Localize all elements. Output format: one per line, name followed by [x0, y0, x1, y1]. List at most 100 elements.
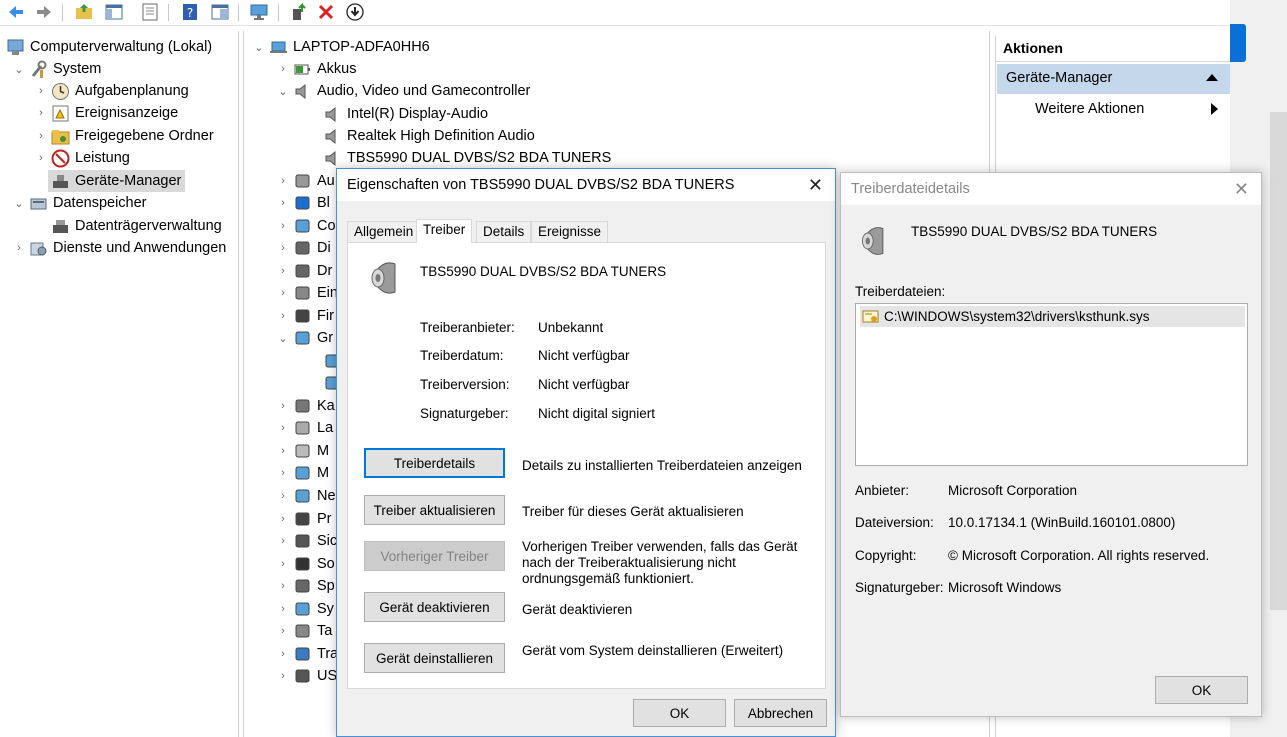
chevron-right-icon[interactable]: ›	[276, 558, 290, 570]
chevron-right-icon[interactable]: ›	[276, 490, 290, 502]
device-category[interactable]: › Sp	[276, 575, 335, 597]
chevron-right-icon[interactable]: ›	[276, 310, 290, 322]
device-item-tbs5990[interactable]: TBS5990 DUAL DVBS/S2 BDA TUNERS	[320, 147, 611, 169]
device-category[interactable]: › Dr	[276, 260, 332, 282]
show-hide-tree-icon[interactable]	[104, 2, 124, 22]
geraet-deaktivieren-button[interactable]: Gerät deaktivieren	[364, 592, 505, 622]
actions-geraete-manager[interactable]: Geräte-Manager	[997, 64, 1230, 94]
background-blue-button[interactable]	[1230, 24, 1246, 62]
device-category[interactable]: › Pr	[276, 508, 331, 530]
device-category[interactable]: › Sy	[276, 598, 334, 620]
device-category[interactable]: › Bl	[276, 192, 330, 214]
help-icon[interactable]: ?	[180, 2, 200, 22]
tree-item-aufgabenplanung[interactable]: › Aufgabenplanung	[34, 80, 189, 102]
chevron-down-icon[interactable]: ⌄	[276, 332, 290, 345]
chevron-down-icon[interactable]: ⌄	[12, 63, 26, 76]
forward-icon[interactable]	[34, 2, 54, 22]
list-item[interactable]: C:\WINDOWS\system32\drivers\ksthunk.sys	[860, 306, 1245, 327]
ok-button[interactable]: OK	[633, 699, 726, 727]
chevron-right-icon[interactable]: ›	[12, 242, 26, 254]
ok-button[interactable]: OK	[1155, 676, 1248, 704]
abbrechen-button[interactable]: Abbrechen	[734, 699, 827, 727]
console-tree-icon[interactable]	[210, 2, 230, 22]
close-icon[interactable]: ✕	[808, 175, 823, 196]
chevron-right-icon[interactable]: ›	[276, 242, 290, 254]
tree-item-datentraegerverwaltung[interactable]: Datenträgerverwaltung	[48, 215, 222, 237]
device-category[interactable]: › M	[276, 462, 329, 484]
device-category[interactable]: › Co	[276, 215, 335, 237]
uninstall-icon[interactable]	[316, 2, 336, 22]
chevron-right-icon[interactable]: ›	[276, 535, 290, 547]
device-category[interactable]: › Ne	[276, 485, 335, 507]
up-folder-icon[interactable]	[74, 2, 94, 22]
device-category[interactable]: › Au	[276, 170, 335, 192]
back-icon[interactable]	[6, 2, 26, 22]
tree-item-dienste[interactable]: › Dienste und Anwendungen	[12, 237, 226, 259]
device-category[interactable]: › Ta	[276, 620, 332, 642]
device-category[interactable]: › US	[276, 665, 337, 687]
tree-item-system[interactable]: ⌄ System	[12, 58, 101, 80]
driver-file-list[interactable]: C:\WINDOWS\system32\drivers\ksthunk.sys	[855, 303, 1248, 466]
chevron-right-icon[interactable]: ›	[276, 220, 290, 232]
weitere-aktionen-item[interactable]: Weitere Aktionen	[996, 94, 1230, 124]
treiberdetails-button[interactable]: Treiberdetails	[364, 448, 505, 478]
chevron-right-icon[interactable]: ›	[276, 400, 290, 412]
device-item-intel-audio[interactable]: Intel(R) Display-Audio	[320, 103, 488, 125]
tree-item-datenspeicher[interactable]: ⌄ Datenspeicher	[12, 192, 146, 214]
chevron-right-icon[interactable]: ›	[34, 85, 48, 97]
chevron-right-icon[interactable]: ›	[34, 107, 48, 119]
tab-details[interactable]: Details	[476, 221, 532, 242]
properties-icon[interactable]	[140, 2, 160, 22]
device-category[interactable]: › Sic	[276, 530, 337, 552]
chevron-right-icon[interactable]: ›	[276, 197, 290, 209]
download-icon[interactable]	[345, 2, 365, 22]
chevron-right-icon[interactable]: ›	[276, 63, 290, 75]
chevron-right-icon[interactable]: ›	[276, 445, 290, 457]
tree-item-ereignisanzeige[interactable]: › Ereignisanzeige	[34, 102, 178, 124]
device-category[interactable]: › Fir	[276, 305, 334, 327]
device-category[interactable]: ⌄ Gr	[276, 327, 333, 349]
dialog-titlebar[interactable]: Treiberdateidetails ✕	[841, 173, 1261, 205]
chevron-right-icon[interactable]: ›	[34, 152, 48, 164]
close-icon[interactable]: ✕	[1234, 179, 1249, 200]
chevron-right-icon[interactable]: ›	[276, 175, 290, 187]
tree-item-geraete-manager[interactable]: Geräte-Manager	[48, 170, 186, 192]
device-category[interactable]: › Ein	[276, 282, 338, 304]
chevron-right-icon[interactable]: ›	[276, 670, 290, 682]
collapse-triangle-icon[interactable]	[1206, 74, 1218, 81]
chevron-right-icon[interactable]: ›	[34, 130, 48, 142]
tab-ereignisse[interactable]: Ereignisse	[531, 221, 609, 242]
chevron-right-icon[interactable]: ›	[276, 580, 290, 592]
device-category[interactable]: › M	[276, 440, 329, 462]
chevron-right-icon[interactable]: ›	[276, 513, 290, 525]
background-scrollbar[interactable]	[1270, 112, 1287, 610]
update-driver-icon[interactable]	[289, 2, 309, 22]
device-item-realtek[interactable]: Realtek High Definition Audio	[320, 125, 535, 147]
dialog-titlebar[interactable]: Eigenschaften von TBS5990 DUAL DVBS/S2 B…	[337, 169, 835, 201]
chevron-right-icon[interactable]: ›	[276, 422, 290, 434]
tree-item-freigegebene-ordner[interactable]: › Freigegebene Ordner	[34, 125, 214, 147]
chevron-down-icon[interactable]: ⌄	[12, 197, 26, 210]
chevron-right-icon[interactable]: ›	[276, 287, 290, 299]
vorheriger-treiber-button[interactable]: Vorheriger Treiber	[364, 541, 505, 571]
treiber-aktualisieren-button[interactable]: Treiber aktualisieren	[364, 495, 505, 525]
device-category[interactable]: › La	[276, 417, 333, 439]
device-category-audio[interactable]: ⌄ Audio, Video und Gamecontroller	[276, 80, 530, 102]
device-category[interactable]: › So	[276, 553, 335, 575]
chevron-right-icon[interactable]: ›	[276, 467, 290, 479]
tree-item-leistung[interactable]: › Leistung	[34, 147, 130, 169]
device-root[interactable]: ⌄ LAPTOP-ADFA0HH6	[252, 36, 429, 58]
device-category[interactable]: › Di	[276, 237, 331, 259]
chevron-right-icon[interactable]: ›	[276, 625, 290, 637]
tab-treiber[interactable]: Treiber	[416, 219, 473, 243]
geraet-deinstallieren-button[interactable]: Gerät deinstallieren	[364, 643, 505, 673]
device-category[interactable]: › Ka	[276, 395, 335, 417]
chevron-down-icon[interactable]: ⌄	[252, 41, 266, 54]
chevron-down-icon[interactable]: ⌄	[276, 85, 290, 98]
device-category[interactable]: › Tra	[276, 643, 338, 665]
chevron-right-icon[interactable]: ›	[276, 265, 290, 277]
device-category-akkus[interactable]: › Akkus	[276, 58, 356, 80]
chevron-right-icon[interactable]: ›	[276, 603, 290, 615]
tab-allgemein[interactable]: Allgemein	[347, 221, 421, 242]
chevron-right-icon[interactable]: ›	[276, 648, 290, 660]
